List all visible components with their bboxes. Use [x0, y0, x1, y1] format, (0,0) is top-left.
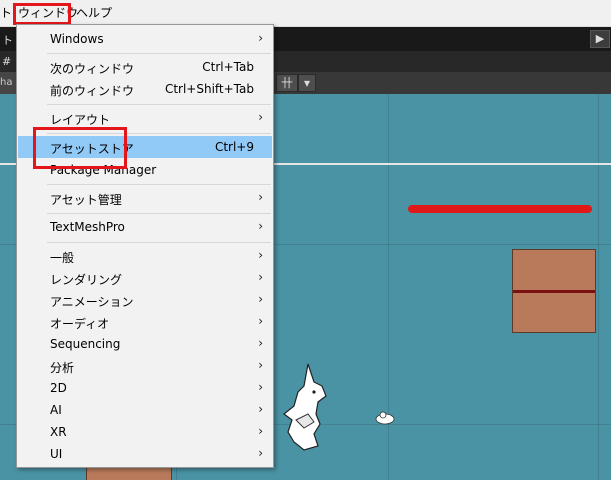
- chevron-right-icon: ›: [258, 270, 263, 284]
- chevron-right-icon: ›: [258, 31, 263, 45]
- menu-item-label: 次のウィンドウ: [50, 62, 135, 76]
- menu-separator: [47, 242, 271, 243]
- grid-toggle-button[interactable]: 卄: [276, 74, 298, 92]
- chevron-right-icon: ›: [258, 248, 263, 262]
- annotation-box-window-menu: [13, 3, 71, 25]
- menu-item-label: 前のウィンドウ: [50, 84, 135, 98]
- menu-item-item-6[interactable]: アセット管理 ›: [18, 187, 272, 209]
- menu-item-item-13[interactable]: 分析 ›: [18, 355, 272, 377]
- menu-item-item-1[interactable]: 次のウィンドウ Ctrl+Tab: [18, 56, 272, 78]
- menu-item-ui[interactable]: UI ›: [18, 443, 272, 465]
- chevron-right-icon: ›: [258, 446, 263, 460]
- brown-crate[interactable]: [512, 249, 596, 333]
- menu-item-label: XR: [50, 425, 67, 439]
- annotation-box-asset-store: [33, 127, 127, 169]
- menu-item-label: UI: [50, 447, 63, 461]
- shading-mode-label: ha: [0, 77, 13, 88]
- chevron-right-icon: ›: [258, 424, 263, 438]
- menu-item-ai[interactable]: AI ›: [18, 399, 272, 421]
- grid-dropdown-button[interactable]: ▾: [298, 74, 316, 92]
- window-menu-dropdown: Windows › 次のウィンドウ Ctrl+Tab 前のウィンドウ Ctrl+Shift…: [16, 24, 274, 468]
- menu-item-item-3[interactable]: レイアウト ›: [18, 107, 272, 129]
- menu-item-label: 一般: [50, 251, 75, 265]
- crate-stripe: [513, 290, 595, 293]
- scene-tab-fragment[interactable]: #: [2, 55, 11, 68]
- menu-item-item-2[interactable]: 前のウィンドウ Ctrl+Shift+Tab: [18, 78, 272, 100]
- menu-separator: [47, 213, 271, 214]
- chevron-right-icon: ›: [258, 219, 263, 233]
- chevron-right-icon: ›: [258, 314, 263, 328]
- chevron-right-icon: ›: [258, 110, 263, 124]
- chevron-down-icon: ▾: [303, 76, 311, 90]
- menu-item-label: Windows: [50, 32, 104, 46]
- chevron-right-icon: ›: [258, 380, 263, 394]
- grid-icon: 卄: [280, 76, 293, 90]
- play-button[interactable]: ▶: [590, 30, 610, 48]
- menu-item-label: 2D: [50, 381, 67, 395]
- menu-item-label: オーディオ: [50, 317, 110, 331]
- menu-item-windows[interactable]: Windows ›: [18, 28, 272, 50]
- menu-item-label: レンダリング: [50, 273, 123, 287]
- character-sprite[interactable]: [274, 362, 334, 454]
- shading-mode-fragment[interactable]: ha: [0, 72, 16, 94]
- menu-item-2d[interactable]: 2D ›: [18, 377, 272, 399]
- menu-item-label: TextMeshPro: [50, 220, 125, 234]
- menu-item-shortcut: Ctrl+Tab: [202, 60, 254, 74]
- menu-item-item-10[interactable]: アニメーション ›: [18, 289, 272, 311]
- chevron-right-icon: ›: [258, 402, 263, 416]
- play-icon: ▶: [595, 32, 605, 45]
- menu-separator: [47, 53, 271, 54]
- menu-item-shortcut: Ctrl+9: [214, 140, 254, 154]
- menu-item-label: アセット管理: [50, 193, 122, 207]
- floor-block[interactable]: [86, 467, 172, 480]
- menu-item-xr[interactable]: XR ›: [18, 421, 272, 443]
- chevron-right-icon: ›: [258, 358, 263, 372]
- chevron-right-icon: ›: [258, 336, 263, 350]
- menu-item-label: アニメーション: [50, 295, 134, 309]
- menu-item-textmeshpro[interactable]: TextMeshPro ›: [18, 216, 272, 238]
- menu-item-item-11[interactable]: オーディオ ›: [18, 311, 272, 333]
- menu-separator: [47, 184, 271, 185]
- menu-item-item-8[interactable]: 一般 ›: [18, 245, 272, 267]
- chevron-right-icon: ›: [258, 190, 263, 204]
- menu-item-sequencing[interactable]: Sequencing ›: [18, 333, 272, 355]
- menu-tools-fragment[interactable]: ト: [0, 5, 12, 21]
- toolbar-fragment: ト: [2, 34, 13, 47]
- red-platform[interactable]: [408, 205, 592, 213]
- menu-item-label: 分析: [50, 361, 75, 375]
- grid-line: [598, 94, 599, 480]
- menu-item-label: Sequencing: [50, 337, 121, 351]
- menu-item-label: AI: [50, 403, 62, 417]
- menu-help[interactable]: ヘルプ: [76, 5, 112, 21]
- menu-item-item-9[interactable]: レンダリング ›: [18, 267, 272, 289]
- menu-item-shortcut: Ctrl+Shift+Tab: [164, 82, 254, 96]
- menubar: ト ウィンドウ ヘルプ: [0, 0, 611, 27]
- menu-separator: [47, 104, 271, 105]
- bird-sprite[interactable]: [374, 410, 396, 426]
- menu-item-label: レイアウト: [50, 113, 111, 127]
- chevron-right-icon: ›: [258, 292, 263, 306]
